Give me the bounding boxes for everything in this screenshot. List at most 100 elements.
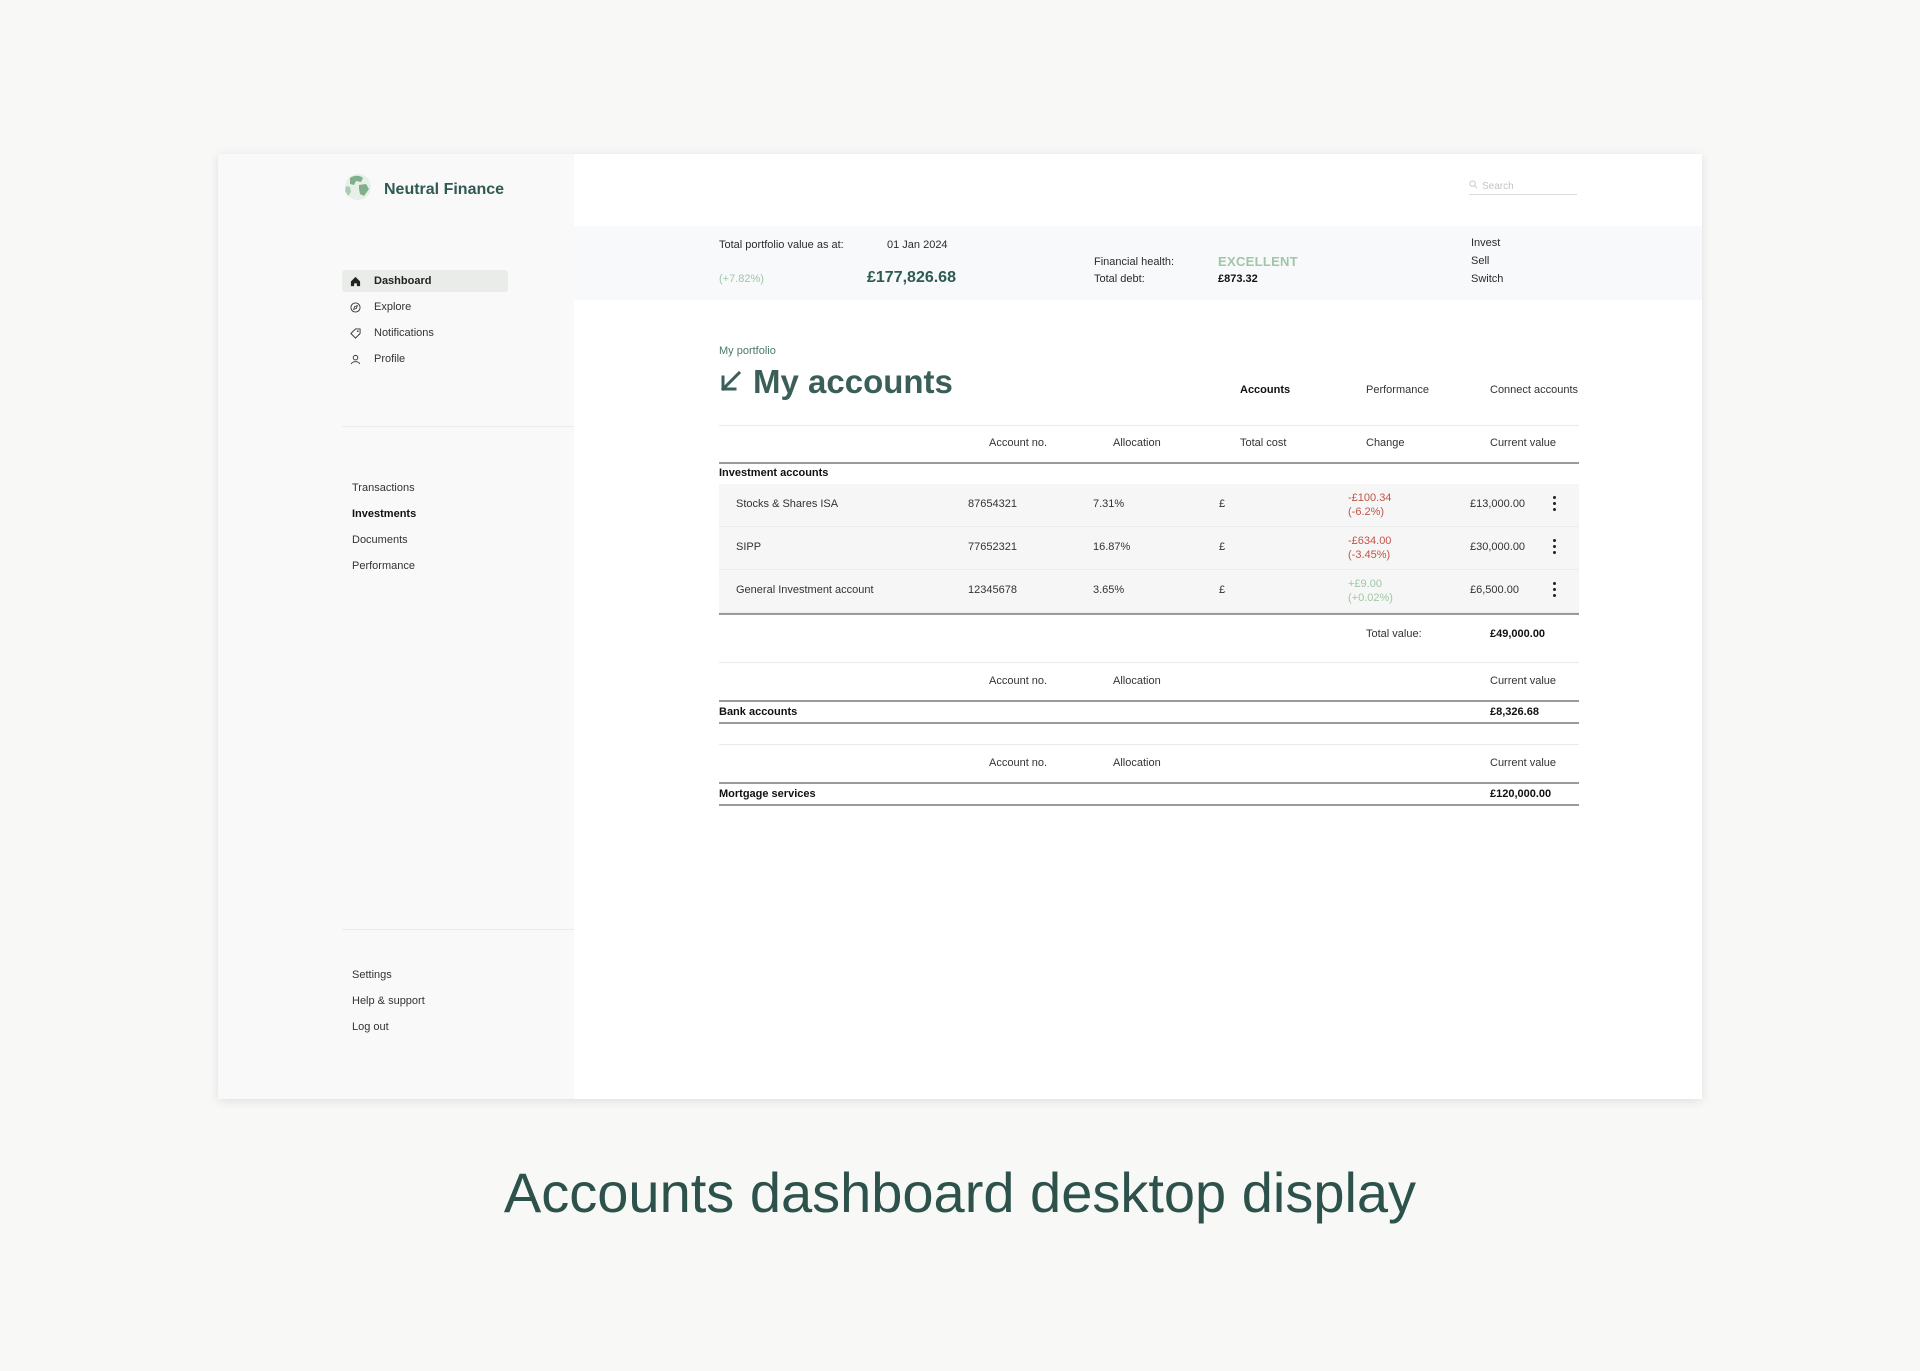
- invest-link[interactable]: Invest: [1471, 237, 1500, 249]
- switch-link[interactable]: Switch: [1471, 273, 1503, 285]
- table-divider: [719, 662, 1579, 663]
- portfolio-change-pct: (+7.82%): [719, 273, 764, 285]
- table-divider: [719, 462, 1579, 464]
- sidebar-divider: [342, 426, 574, 427]
- nav-item-profile[interactable]: Profile: [342, 348, 508, 370]
- total-cost: £: [1219, 541, 1226, 553]
- total-cost: £: [1219, 584, 1226, 596]
- change-pct: (+0.02%): [1348, 592, 1393, 604]
- search-icon: [1469, 180, 1478, 192]
- debt-label: Total debt:: [1094, 273, 1145, 285]
- portfolio-label: Total portfolio value as at:: [719, 239, 844, 251]
- sell-link[interactable]: Sell: [1471, 255, 1489, 267]
- nav-label: Profile: [374, 353, 406, 365]
- sidebar-item-documents[interactable]: Documents: [352, 527, 416, 553]
- col-header-current-value: Current value: [1490, 437, 1557, 449]
- search-input[interactable]: Search: [1469, 180, 1577, 195]
- col-header-account-no: Account no.: [989, 437, 1048, 449]
- nav-label: Explore: [374, 301, 412, 313]
- table-divider: [719, 700, 1579, 702]
- change: -£634.00 (-3.45%): [1348, 534, 1391, 562]
- main-content: Search Total portfolio value as at: 01 J…: [574, 154, 1702, 1099]
- change: -£100.34 (-6.2%): [1348, 491, 1391, 519]
- account-no: 12345678: [968, 584, 1017, 596]
- group-mortgage-services[interactable]: Mortgage services: [719, 788, 816, 800]
- col-header-change: Change: [1366, 437, 1405, 449]
- table-divider: [719, 425, 1579, 426]
- change-amount: +£9.00: [1348, 578, 1382, 590]
- account-no: 87654321: [968, 498, 1017, 510]
- user-icon: [348, 352, 362, 366]
- sidebar-item-transactions[interactable]: Transactions: [352, 475, 416, 501]
- sidebar-item-performance[interactable]: Performance: [352, 553, 416, 579]
- home-icon: [348, 274, 362, 288]
- bank-accounts-value: £8,326.68: [1490, 706, 1539, 718]
- current-value: £30,000.00: [1470, 541, 1526, 553]
- page-title-block: My accounts: [719, 363, 953, 401]
- change-pct: (-6.2%): [1348, 506, 1385, 518]
- footer-nav: Settings Help & support Log out: [352, 962, 425, 1040]
- current-value: £13,000.00: [1470, 498, 1526, 510]
- table-row[interactable]: General Investment account 12345678 3.65…: [719, 570, 1579, 613]
- portfolio-summary: Total portfolio value as at: 01 Jan 2024…: [574, 226, 1702, 300]
- col-header-allocation: Allocation: [1113, 437, 1161, 449]
- allocation: 16.87%: [1093, 541, 1131, 553]
- app-name: Neutral Finance: [384, 180, 505, 198]
- col-header-account-no: Account no.: [989, 675, 1048, 687]
- table-divider: [719, 782, 1579, 784]
- nav-item-notifications[interactable]: Notifications: [342, 322, 508, 344]
- account-name: Stocks & Shares ISA: [736, 498, 839, 510]
- primary-nav: Dashboard Explore Notifications Profile: [342, 270, 508, 374]
- caption: Accounts dashboard desktop display: [503, 1161, 1417, 1224]
- table-divider: [719, 613, 1579, 615]
- logo[interactable]: Neutral Finance: [342, 172, 504, 207]
- compass-icon: [348, 300, 362, 314]
- secondary-nav: Transactions Investments Documents Perfo…: [352, 475, 416, 579]
- col-header-allocation: Allocation: [1113, 757, 1161, 769]
- group-investment-accounts[interactable]: Investment accounts: [719, 467, 828, 479]
- tab-connect-accounts[interactable]: Connect accounts: [1490, 384, 1578, 396]
- allocation: 3.65%: [1093, 584, 1125, 596]
- account-no: 77652321: [968, 541, 1017, 553]
- table-row[interactable]: Stocks & Shares ISA 87654321 7.31% £ -£1…: [719, 484, 1579, 527]
- arrow-down-left-icon: [719, 363, 743, 401]
- sidebar-item-settings[interactable]: Settings: [352, 962, 425, 988]
- breadcrumb[interactable]: My portfolio: [719, 345, 776, 357]
- total-value: £49,000.00: [1490, 628, 1546, 640]
- col-header-current-value: Current value: [1490, 757, 1557, 769]
- more-options-icon[interactable]: [1553, 496, 1557, 511]
- table-divider: [719, 804, 1579, 806]
- portfolio-date: 01 Jan 2024: [887, 239, 948, 251]
- sidebar-divider: [342, 929, 574, 930]
- sidebar-item-investments[interactable]: Investments: [352, 501, 416, 527]
- nav-item-explore[interactable]: Explore: [342, 296, 508, 318]
- table-row[interactable]: SIPP 77652321 16.87% £ -£634.00 (-3.45%) …: [719, 527, 1579, 570]
- col-header-current-value: Current value: [1490, 675, 1557, 687]
- sidebar-item-help[interactable]: Help & support: [352, 988, 425, 1014]
- table-divider: [719, 744, 1579, 745]
- col-header-total-cost: Total cost: [1240, 437, 1287, 449]
- debt-value: £873.32: [1218, 273, 1258, 285]
- nav-label: Dashboard: [374, 275, 432, 287]
- tab-performance[interactable]: Performance: [1366, 384, 1429, 396]
- current-value: £6,500.00: [1470, 584, 1519, 596]
- change: +£9.00 (+0.02%): [1348, 577, 1393, 605]
- portfolio-total-value: £177,826.68: [867, 269, 956, 286]
- globe-icon: [342, 172, 374, 207]
- account-name: SIPP: [736, 541, 762, 553]
- change-amount: -£634.00: [1348, 535, 1392, 547]
- more-options-icon[interactable]: [1553, 539, 1557, 554]
- col-header-account-no: Account no.: [989, 757, 1048, 769]
- table-divider: [719, 722, 1579, 724]
- nav-item-dashboard[interactable]: Dashboard: [342, 270, 508, 292]
- more-options-icon[interactable]: [1553, 582, 1557, 597]
- app-window: Neutral Finance Dashboard Explore Notifi…: [218, 154, 1702, 1099]
- sidebar-item-logout[interactable]: Log out: [352, 1014, 425, 1040]
- health-label: Financial health:: [1094, 256, 1175, 268]
- tab-accounts[interactable]: Accounts: [1240, 384, 1290, 396]
- total-cost: £: [1219, 498, 1226, 510]
- mortgage-value: £120,000.00: [1490, 788, 1552, 800]
- group-bank-accounts[interactable]: Bank accounts: [719, 706, 797, 718]
- change-pct: (-3.45%): [1348, 549, 1391, 561]
- page-title: My accounts: [753, 363, 953, 400]
